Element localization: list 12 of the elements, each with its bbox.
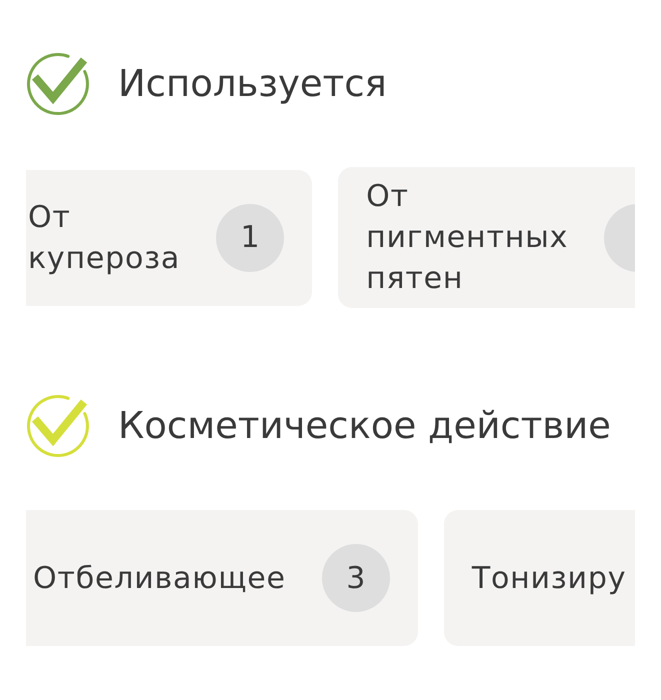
tag-label: Отбеливающее <box>33 560 286 598</box>
section-title: Косметическое действие <box>118 406 611 446</box>
tag-card[interactable]: Тонизиру <box>444 510 635 646</box>
tag-label: От купероза <box>28 198 180 278</box>
tag-card[interactable]: От пигментных пятен <box>338 167 635 308</box>
section-title: Используется <box>118 64 387 104</box>
tag-card[interactable]: От купероза 1 <box>26 170 312 306</box>
tag-label: Тонизиру <box>472 560 626 598</box>
tag-label: От пигментных пятен <box>366 178 568 298</box>
count-badge: 1 <box>216 204 284 272</box>
count-badge: 3 <box>322 544 390 612</box>
tag-card[interactable]: Отбеливающее 3 <box>26 510 418 646</box>
